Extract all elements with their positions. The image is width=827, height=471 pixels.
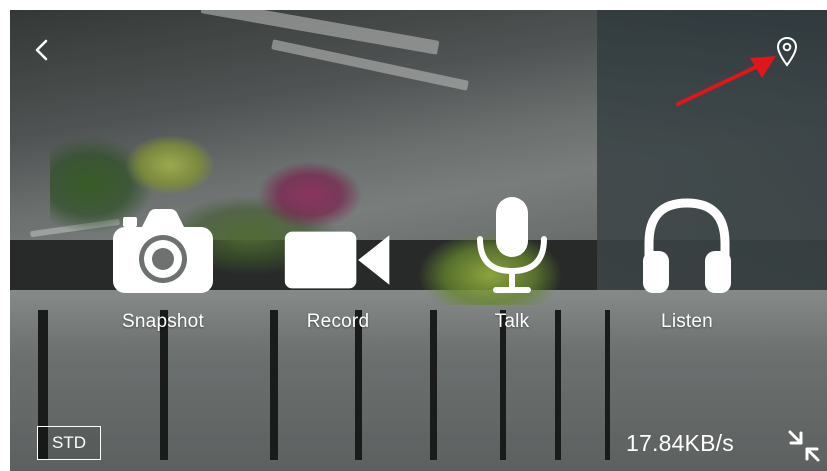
record-label: Record bbox=[306, 311, 370, 332]
bitrate-readout: 17.84KB/s bbox=[626, 430, 734, 456]
listen-label: Listen bbox=[661, 311, 713, 332]
talk-button[interactable]: Talk bbox=[447, 185, 577, 345]
talk-label: Talk bbox=[494, 311, 530, 332]
exit-fullscreen-button[interactable] bbox=[784, 426, 824, 466]
listen-button[interactable]: Listen bbox=[622, 185, 752, 345]
snapshot-label: Snapshot bbox=[122, 311, 204, 332]
camera-icon bbox=[113, 209, 213, 293]
back-chevron-icon bbox=[35, 39, 48, 61]
back-button[interactable] bbox=[28, 36, 56, 64]
snapshot-button[interactable]: Snapshot bbox=[98, 185, 228, 345]
quality-toggle-button[interactable]: STD bbox=[37, 426, 101, 460]
headphones-icon bbox=[643, 198, 731, 293]
video-camera-icon bbox=[284, 231, 390, 289]
record-button[interactable]: Record bbox=[273, 185, 403, 345]
microphone-icon bbox=[477, 197, 547, 293]
exit-fullscreen-icon bbox=[788, 430, 820, 462]
annotation-arrow-icon bbox=[676, 56, 776, 106]
